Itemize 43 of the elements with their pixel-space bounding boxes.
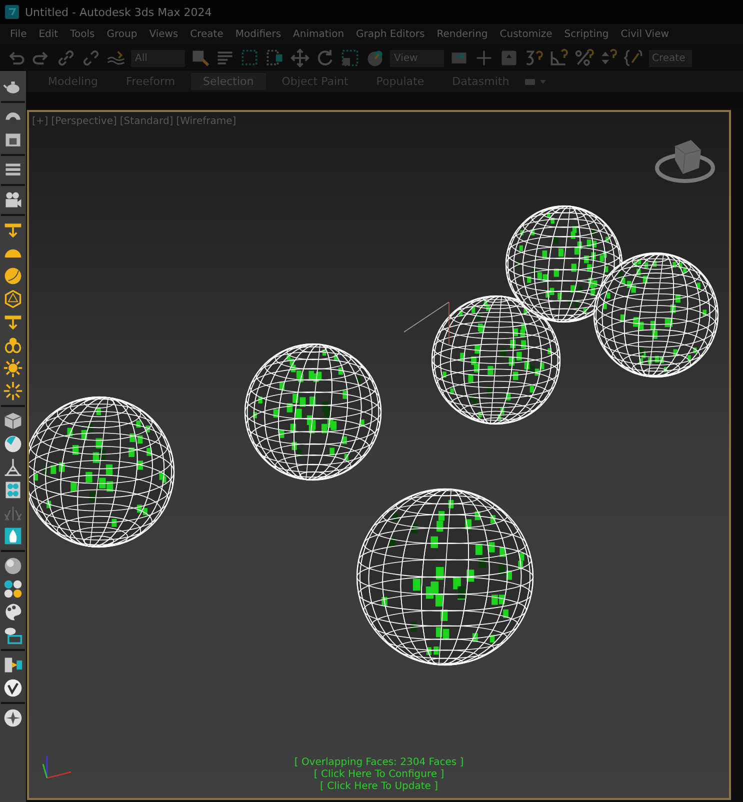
menu-item[interactable]: Modifiers — [229, 29, 288, 40]
viewport-label[interactable]: [Standard] — [120, 116, 174, 127]
material-swatches-icon[interactable] — [3, 579, 23, 599]
menu-item[interactable]: Tools — [64, 29, 101, 40]
axis-tripod-icon — [42, 756, 72, 779]
viewport-message[interactable]: [ Overlapping Faces: 2304 Faces ] — [294, 757, 464, 768]
world-axis-icon — [404, 302, 450, 346]
viewport-message[interactable]: [ Click Here To Configure ] — [314, 769, 444, 780]
menu-item[interactable]: Rendering — [430, 29, 494, 40]
grid-icon[interactable] — [3, 480, 23, 500]
geosphere-icon[interactable] — [3, 289, 23, 309]
menu-item[interactable]: Customize — [494, 29, 558, 40]
material-ball-icon[interactable] — [3, 556, 23, 576]
skeleton-icon[interactable] — [3, 457, 23, 477]
viewport-label[interactable]: [Perspective] — [51, 116, 117, 127]
menu-item[interactable]: Group — [100, 29, 144, 40]
sun-icon[interactable] — [3, 358, 23, 378]
menu-item[interactable]: Animation — [287, 29, 350, 40]
camera-icon[interactable] — [3, 190, 23, 210]
menu-item[interactable]: Edit — [32, 29, 64, 40]
menu-item[interactable]: Civil View — [614, 29, 675, 40]
menu-item[interactable]: Create — [184, 29, 230, 40]
bulb-icon[interactable] — [3, 335, 23, 355]
fire-icon[interactable] — [3, 526, 23, 546]
window-title: Untitled - Autodesk 3ds Max 2024 — [25, 6, 212, 18]
viewport[interactable]: [+] [Perspective] [Standard] [Wireframe] [ Overlapping Faces: 2304 Faces ] [ Click Here To Configure ] [ Click Here To Update ] — [27, 110, 731, 800]
menu-item[interactable]: Scripting — [558, 29, 615, 40]
render-setup-icon[interactable] — [3, 625, 23, 645]
viewport-message[interactable]: [ Click Here To Update ] — [320, 781, 438, 792]
menu-item[interactable]: Graph Editors — [350, 29, 431, 40]
v-logo-icon[interactable] — [3, 678, 23, 698]
burst-icon[interactable] — [3, 381, 23, 401]
star-badge-icon[interactable] — [3, 708, 23, 728]
palette-icon[interactable] — [3, 602, 23, 622]
ball-icon[interactable] — [3, 266, 23, 286]
cube-icon[interactable] — [3, 411, 23, 431]
menu-item[interactable]: File — [4, 29, 33, 40]
viewport-label[interactable]: [+] — [32, 116, 48, 127]
sphere-icon[interactable] — [3, 434, 23, 454]
converter-icon[interactable] — [3, 655, 23, 675]
menu-item[interactable]: Views — [143, 29, 184, 40]
app-logo-icon — [5, 5, 19, 19]
viewport-label[interactable]: [Wireframe] — [176, 116, 236, 127]
